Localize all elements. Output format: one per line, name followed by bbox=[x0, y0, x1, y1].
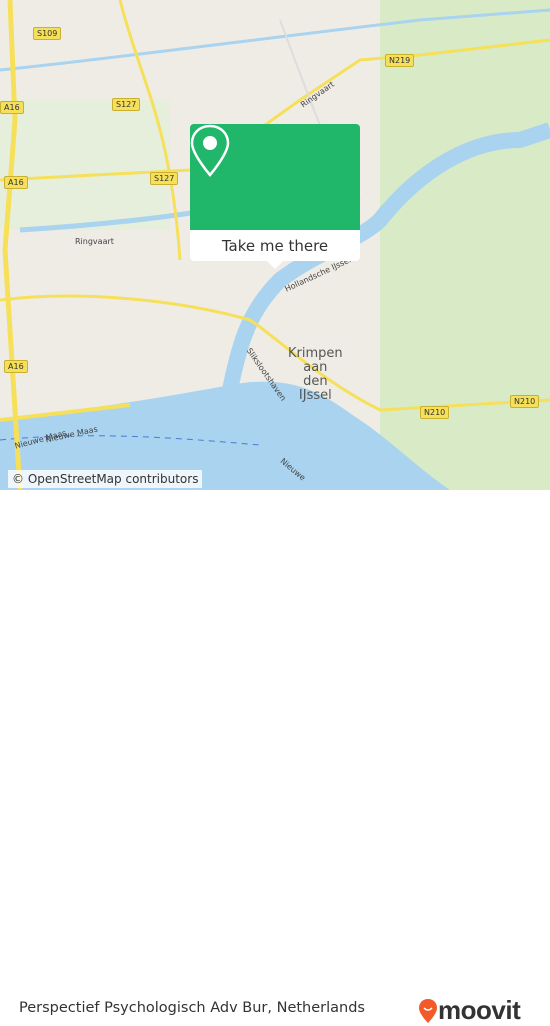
location-popup: Take me there bbox=[190, 124, 360, 269]
map[interactable]: S109 A16 S127 S127 A16 A16 N219 N210 N21… bbox=[0, 0, 550, 490]
footer: Perspectief Psychologisch Adv Bur, Nethe… bbox=[0, 490, 550, 1025]
road-shield-a16: A16 bbox=[4, 360, 28, 373]
place-name: Perspectief Psychologisch Adv Bur, Nethe… bbox=[19, 1000, 365, 1016]
attribution-link[interactable]: © OpenStreetMap contributors bbox=[8, 470, 203, 488]
road-shield-n210: N210 bbox=[510, 395, 540, 408]
moovit-pin-icon bbox=[419, 998, 437, 1023]
moovit-wordmark: moovit bbox=[438, 995, 521, 1025]
town-line: den bbox=[303, 374, 328, 389]
popup-header bbox=[190, 124, 360, 230]
road-shield-s109: S109 bbox=[33, 27, 62, 40]
moovit-logo: moovit bbox=[418, 995, 521, 1026]
map-pin-icon bbox=[190, 124, 230, 177]
take-me-there-button[interactable]: Take me there bbox=[190, 230, 360, 261]
town-line: IJssel bbox=[298, 388, 332, 403]
label-ringvaart: Ringvaart bbox=[75, 237, 114, 246]
town-line: aan bbox=[303, 360, 328, 375]
town-line: Krimpen bbox=[288, 346, 343, 361]
road-shield-s127: S127 bbox=[112, 98, 141, 111]
road-shield-n219: N219 bbox=[385, 54, 415, 67]
popup-pointer bbox=[267, 261, 283, 269]
road-shield-a16: A16 bbox=[0, 101, 24, 114]
road-shield-s127: S127 bbox=[150, 172, 179, 185]
town-label-krimpen-aan-den-ijssel: Krimpen aan den IJssel bbox=[288, 347, 343, 403]
road-shield-a16: A16 bbox=[4, 176, 28, 189]
road-shield-n210: N210 bbox=[420, 406, 450, 419]
